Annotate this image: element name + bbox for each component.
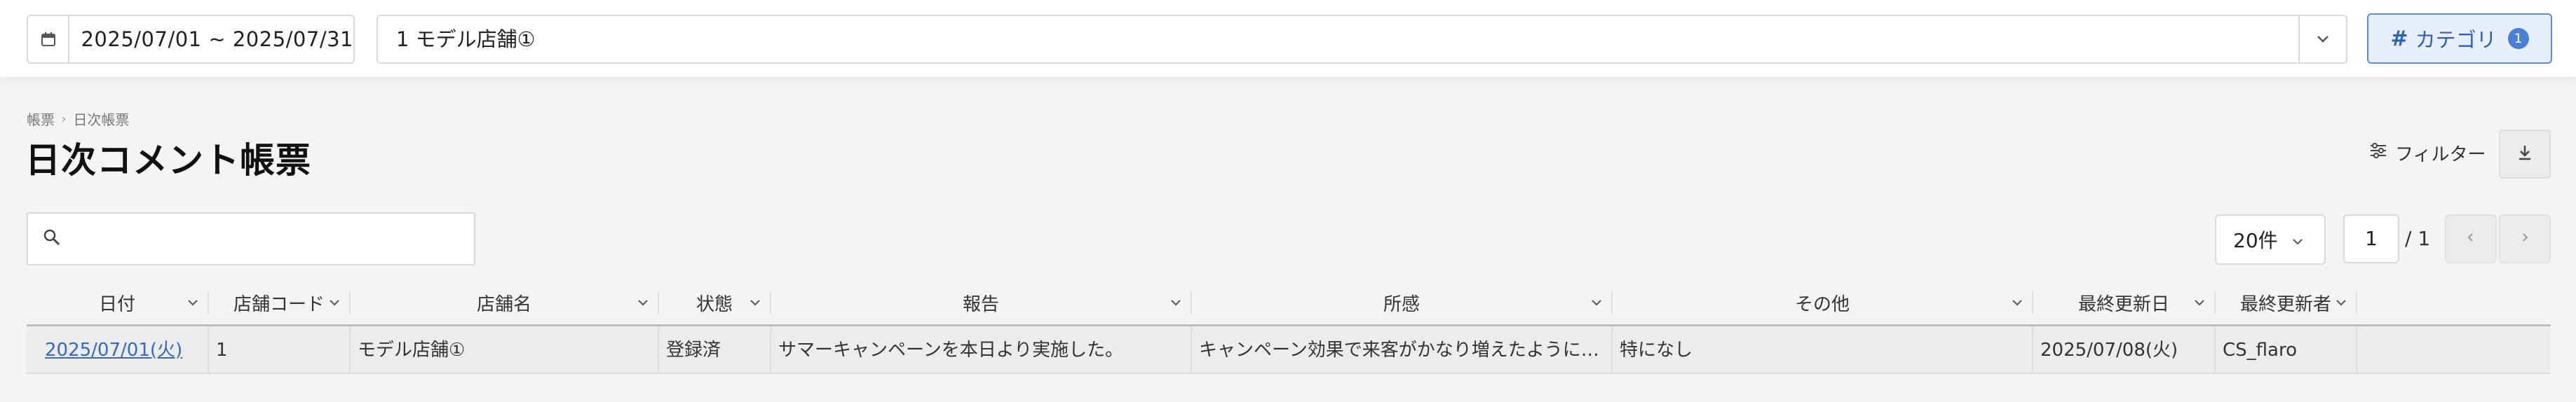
download-button[interactable]	[2499, 130, 2551, 179]
breadcrumb: 帳票 › 日次帳票	[27, 109, 129, 129]
per-page-value: 20件	[2233, 229, 2278, 252]
column-header-updated-at[interactable]: 最終更新日	[2033, 279, 2214, 326]
chevron-down-icon[interactable]	[327, 294, 342, 315]
next-page-button[interactable]	[2499, 214, 2551, 263]
chevron-down-icon[interactable]	[635, 294, 651, 315]
cell-date-link[interactable]: 2025/07/01(火)	[27, 326, 209, 374]
per-page-select[interactable]: 20件	[2215, 214, 2326, 265]
date-range-value: 2025/07/01 ~ 2025/07/31	[81, 27, 353, 51]
download-icon	[2516, 144, 2534, 165]
cell-other: 特になし	[1613, 326, 2033, 374]
chevron-down-icon[interactable]	[2298, 16, 2346, 62]
prev-page-button[interactable]	[2445, 214, 2497, 263]
chevron-down-icon[interactable]	[1589, 294, 1604, 315]
chevron-down-icon[interactable]	[2009, 294, 2025, 315]
search-icon	[42, 228, 62, 250]
category-button-label: カテゴリ	[2415, 28, 2497, 52]
cell-status: 登録済	[659, 326, 771, 374]
chevron-down-icon[interactable]	[185, 294, 201, 315]
cell-store-name: モデル店舗①	[351, 326, 659, 374]
search-input[interactable]	[72, 221, 464, 257]
page-number-input[interactable]: 1	[2343, 214, 2399, 263]
table-row[interactable]: 2025/07/01(火) 1 モデル店舗① 登録済 サマーキャンペーンを本日よ…	[27, 326, 2551, 374]
cell-updated-by: CS_flaro	[2216, 326, 2357, 374]
hash-icon: #	[2390, 26, 2408, 51]
column-header-impression[interactable]: 所感	[1192, 279, 1611, 326]
column-header-store-name[interactable]: 店舗名	[351, 279, 658, 326]
cell-updated-at: 2025/07/08(火)	[2033, 326, 2216, 374]
store-select[interactable]: 1 モデル店舗①	[377, 15, 2347, 64]
column-header-store-code[interactable]: 店舗コード	[209, 279, 349, 326]
column-header-date[interactable]: 日付	[27, 279, 208, 326]
search-box[interactable]	[27, 212, 475, 265]
calendar-icon[interactable]	[28, 16, 70, 62]
breadcrumb-current: 日次帳票	[73, 111, 130, 128]
date-range-picker[interactable]: 2025/07/01 ~ 2025/07/31	[27, 15, 355, 64]
category-button[interactable]: # カテゴリ 1	[2367, 13, 2552, 64]
chevron-down-icon[interactable]	[747, 294, 763, 315]
chevron-down-icon[interactable]	[2333, 294, 2349, 315]
column-header-status[interactable]: 状態	[659, 279, 770, 326]
column-header-report[interactable]: 報告	[771, 279, 1191, 326]
sliders-icon	[2368, 141, 2388, 165]
page-title: 日次コメント帳票	[25, 140, 311, 181]
chevron-left-icon	[2465, 232, 2476, 246]
chevron-down-icon[interactable]	[1168, 294, 1184, 315]
top-bar: 2025/07/01 ~ 2025/07/31 1 モデル店舗① # カテゴリ …	[0, 0, 2576, 77]
page-total: / 1	[2405, 227, 2431, 250]
table-header: 日付 店舗コード 店舗名 状態 報告 所感 その他 最終更新日 最終更新者	[27, 279, 2551, 326]
cell-report: サマーキャンペーンを本日より実施した。	[771, 326, 1192, 374]
chevron-down-icon	[2291, 228, 2305, 251]
column-header-updated-by[interactable]: 最終更新者	[2216, 279, 2356, 326]
category-count-badge: 1	[2507, 28, 2529, 49]
chevron-right-icon	[2519, 232, 2530, 246]
cell-impression: キャンペーン効果で来客がかなり増えたように感じる。	[1192, 326, 1613, 374]
breadcrumb-parent[interactable]: 帳票	[27, 109, 55, 129]
column-header-other[interactable]: その他	[1613, 279, 2032, 326]
filter-button[interactable]: フィルター	[2368, 139, 2486, 167]
chevron-down-icon[interactable]	[2192, 294, 2207, 315]
chevron-right-icon: ›	[62, 112, 67, 125]
cell-store-code: 1	[209, 326, 351, 374]
store-select-value: 1 モデル店舗①	[396, 27, 536, 51]
filter-button-label: フィルター	[2395, 144, 2486, 165]
